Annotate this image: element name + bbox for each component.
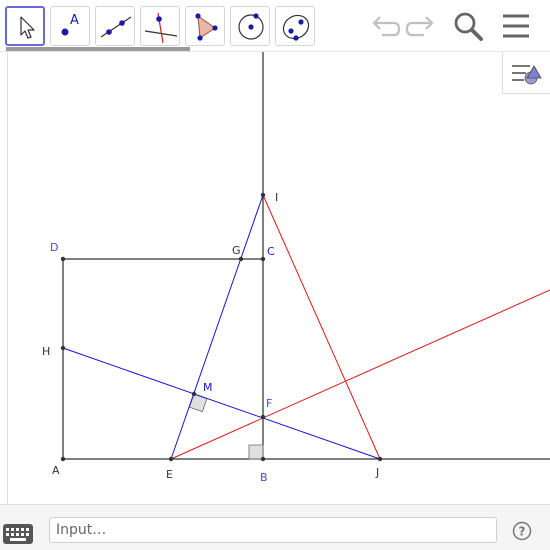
label-c: C	[267, 245, 275, 258]
point-d[interactable]	[60, 256, 66, 262]
segment-hj[interactable]	[62, 347, 381, 460]
circle-with-center-icon	[238, 13, 264, 40]
move-tool[interactable]	[5, 6, 45, 46]
svg-text:?: ?	[519, 525, 526, 539]
point-j[interactable]	[377, 456, 383, 462]
ellipse-tool[interactable]	[275, 6, 315, 46]
redo-icon[interactable]	[404, 8, 440, 44]
label-f: F	[266, 397, 272, 410]
style-bar-toggle[interactable]	[502, 52, 550, 94]
point-f[interactable]	[260, 414, 266, 420]
point-e[interactable]	[168, 456, 174, 462]
graphics-view[interactable]: A B C D E F G H I J M	[0, 52, 550, 504]
point-tool-label: A	[70, 13, 79, 28]
circle-tool[interactable]	[230, 6, 270, 46]
toolbar: A	[0, 0, 550, 52]
perpendicular-tool[interactable]	[140, 6, 180, 46]
style-bar-toggle-icon	[512, 65, 542, 85]
point-a[interactable]	[60, 456, 66, 462]
segment-ei[interactable]	[170, 194, 264, 460]
keyboard-icon[interactable]	[3, 524, 33, 546]
label-h: H	[42, 345, 50, 358]
point-b[interactable]	[260, 456, 266, 462]
input-bar: ?	[0, 504, 550, 550]
label-j: J	[375, 466, 379, 479]
point-m[interactable]	[191, 391, 197, 397]
label-m: M	[203, 381, 213, 394]
label-i: I	[275, 191, 278, 204]
perpendicular-line-icon	[144, 12, 178, 44]
point-g[interactable]	[238, 256, 244, 262]
point-c[interactable]	[260, 256, 266, 262]
label-a: A	[52, 464, 60, 477]
menu-icon[interactable]	[498, 8, 534, 44]
segment-ij[interactable]	[262, 194, 381, 460]
ray-ef[interactable]	[170, 289, 550, 460]
polygon-tool[interactable]	[185, 6, 225, 46]
algebra-input[interactable]	[49, 517, 497, 543]
point-i[interactable]	[260, 192, 266, 198]
ellipse-icon	[282, 14, 310, 41]
right-angle-b	[248, 444, 264, 460]
point-h[interactable]	[60, 345, 66, 351]
undo-icon[interactable]	[366, 8, 402, 44]
polygon-icon	[195, 13, 218, 41]
search-icon[interactable]	[450, 8, 486, 44]
label-g: G	[232, 244, 241, 257]
graphics-left-border	[7, 52, 8, 504]
label-d: D	[50, 241, 58, 254]
help-icon[interactable]: ?	[512, 521, 532, 541]
line-tool[interactable]	[95, 6, 135, 46]
line-through-points-icon	[100, 16, 132, 38]
cursor-arrow-icon	[20, 16, 35, 39]
right-angle-m	[188, 393, 208, 413]
label-e: E	[166, 468, 173, 481]
label-b: B	[260, 471, 268, 484]
point-tool[interactable]: A	[50, 6, 90, 46]
